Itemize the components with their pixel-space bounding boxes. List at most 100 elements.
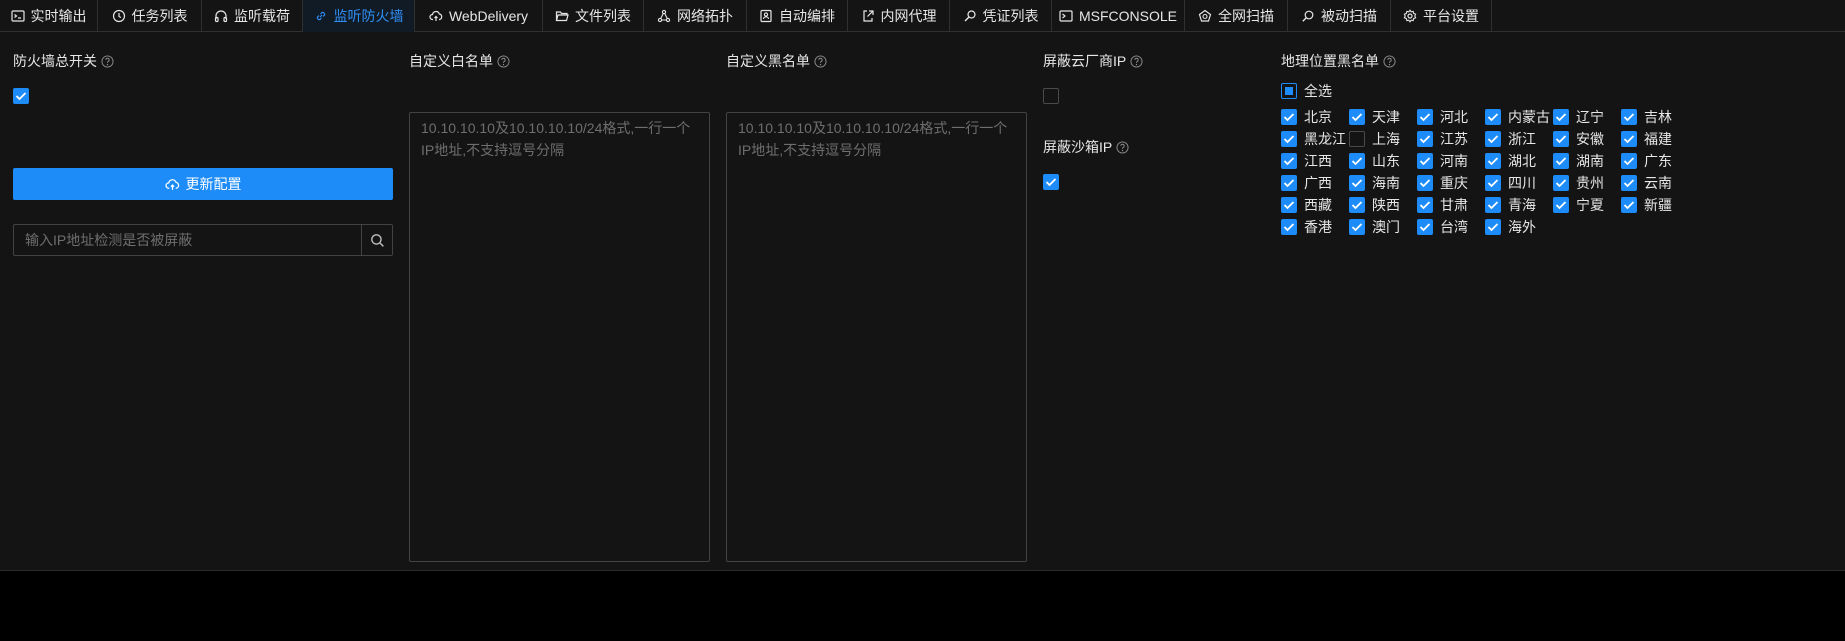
province-label: 青海 <box>1508 197 1536 213</box>
help-icon[interactable] <box>814 54 827 68</box>
province-checkbox[interactable] <box>1485 219 1501 235</box>
province-label: 内蒙古 <box>1508 109 1550 125</box>
province-checkbox[interactable] <box>1553 109 1569 125</box>
help-icon[interactable] <box>1383 54 1396 68</box>
province-checkbox[interactable] <box>1281 109 1297 125</box>
ip-check-button[interactable] <box>361 224 393 256</box>
geo-select-all-checkbox[interactable] <box>1281 83 1297 99</box>
province-checkbox[interactable] <box>1485 153 1501 169</box>
province-checkbox[interactable] <box>1281 131 1297 147</box>
province-checkbox[interactable] <box>1553 131 1569 147</box>
tab-realtime-output[interactable]: 实时输出 <box>0 0 98 32</box>
province-checkbox[interactable] <box>1349 153 1365 169</box>
check-icon <box>1351 113 1363 122</box>
help-icon[interactable] <box>1130 54 1143 68</box>
province-label: 浙江 <box>1508 131 1536 147</box>
check-icon <box>1487 201 1499 210</box>
province-checkbox[interactable] <box>1485 109 1501 125</box>
firewall-enable-checkbox[interactable] <box>13 88 29 104</box>
province-label: 山东 <box>1372 153 1400 169</box>
tab-network-topology[interactable]: 网络拓扑 <box>644 0 747 32</box>
tab-intranet-proxy[interactable]: 内网代理 <box>848 0 950 32</box>
province-checkbox[interactable] <box>1485 131 1501 147</box>
tab-label: MSFCONSOLE <box>1078 8 1177 24</box>
clock-icon <box>112 9 125 23</box>
tab-webdelivery[interactable]: WebDelivery <box>415 0 543 32</box>
block-cloud-checkbox[interactable] <box>1043 88 1059 104</box>
province-checkbox[interactable] <box>1349 219 1365 235</box>
province-checkbox[interactable] <box>1621 197 1637 213</box>
province-label: 西藏 <box>1304 197 1332 213</box>
update-config-button[interactable]: 更新配置 <box>13 168 393 200</box>
province-checkbox[interactable] <box>1621 153 1637 169</box>
tab-task-list[interactable]: 任务列表 <box>98 0 202 32</box>
tab-full-network-scan[interactable]: 全网扫描 <box>1185 0 1288 32</box>
province-checkbox[interactable] <box>1281 153 1297 169</box>
tab-label: 监听载荷 <box>234 8 290 24</box>
province-checkbox[interactable] <box>1417 219 1433 235</box>
key-search-icon <box>964 10 976 22</box>
province-label: 台湾 <box>1440 219 1468 235</box>
province-checkbox[interactable] <box>1349 197 1365 213</box>
province-checkbox[interactable] <box>1553 153 1569 169</box>
tab-label: 任务列表 <box>131 8 188 24</box>
tab-platform-settings[interactable]: 平台设置 <box>1391 0 1492 32</box>
province-label: 广西 <box>1304 175 1332 191</box>
province-label: 新疆 <box>1644 197 1672 213</box>
province-checkbox[interactable] <box>1621 175 1637 191</box>
geo-blacklist-label-text: 地理位置黑名单 <box>1281 53 1379 69</box>
tab-passive-scan[interactable]: 被动扫描 <box>1288 0 1391 32</box>
province-checkbox[interactable] <box>1417 131 1433 147</box>
tab-label: 监听防火墙 <box>333 8 404 24</box>
ip-check-input[interactable] <box>13 224 361 256</box>
block-sandbox-checkbox[interactable] <box>1043 174 1059 190</box>
blacklist-label-text: 自定义黑名单 <box>726 53 810 69</box>
check-icon <box>1351 179 1363 188</box>
whitelist-label-text: 自定义白名单 <box>409 53 493 69</box>
network-icon <box>657 9 671 23</box>
block-cloud-label-text: 屏蔽云厂商IP <box>1043 53 1127 69</box>
help-icon[interactable] <box>101 54 114 68</box>
whitelist-textarea[interactable] <box>409 112 710 562</box>
province-checkbox[interactable] <box>1417 109 1433 125</box>
province-checkbox[interactable] <box>1485 197 1501 213</box>
province-label: 上海 <box>1372 131 1400 147</box>
province-label: 四川 <box>1508 175 1536 191</box>
firewall-switch-label: 防火墙总开关 <box>13 51 114 71</box>
tab-listen-firewall[interactable]: 监听防火墙 <box>303 0 415 32</box>
check-icon <box>1555 157 1567 166</box>
province-checkbox[interactable] <box>1349 109 1365 125</box>
province-checkbox[interactable] <box>1349 131 1365 147</box>
tab-auto-orchestrate[interactable]: 自动编排 <box>747 0 848 32</box>
province-checkbox[interactable] <box>1281 219 1297 235</box>
check-icon <box>1623 113 1635 122</box>
tab-listen-payload[interactable]: 监听载荷 <box>202 0 303 32</box>
province-label: 重庆 <box>1440 175 1468 191</box>
check-icon <box>1283 113 1295 122</box>
province-checkbox[interactable] <box>1553 197 1569 213</box>
help-icon[interactable] <box>1116 140 1129 154</box>
tab-file-list[interactable]: 文件列表 <box>543 0 644 32</box>
tab-msfconsole[interactable]: MSFCONSOLE <box>1052 0 1185 32</box>
tab-credential-list[interactable]: 凭证列表 <box>950 0 1052 32</box>
tab-label: 实时输出 <box>30 8 87 24</box>
province-checkbox[interactable] <box>1621 131 1637 147</box>
gear-icon <box>1403 9 1417 23</box>
province-checkbox[interactable] <box>1553 175 1569 191</box>
province-checkbox[interactable] <box>1417 175 1433 191</box>
province-checkbox[interactable] <box>1281 175 1297 191</box>
geo-select-all-label: 全选 <box>1304 83 1332 99</box>
block-cloud-label: 屏蔽云厂商IP <box>1043 51 1143 71</box>
help-icon[interactable] <box>497 54 510 68</box>
check-icon <box>1487 113 1499 122</box>
province-checkbox[interactable] <box>1485 175 1501 191</box>
tab-label: 自动编排 <box>779 8 835 24</box>
province-checkbox[interactable] <box>1417 197 1433 213</box>
province-checkbox[interactable] <box>1621 109 1637 125</box>
firewall-switch-label-text: 防火墙总开关 <box>13 53 97 69</box>
province-checkbox[interactable] <box>1281 197 1297 213</box>
headphones-icon <box>214 10 228 23</box>
province-checkbox[interactable] <box>1417 153 1433 169</box>
province-checkbox[interactable] <box>1349 175 1365 191</box>
blacklist-textarea[interactable] <box>726 112 1027 562</box>
